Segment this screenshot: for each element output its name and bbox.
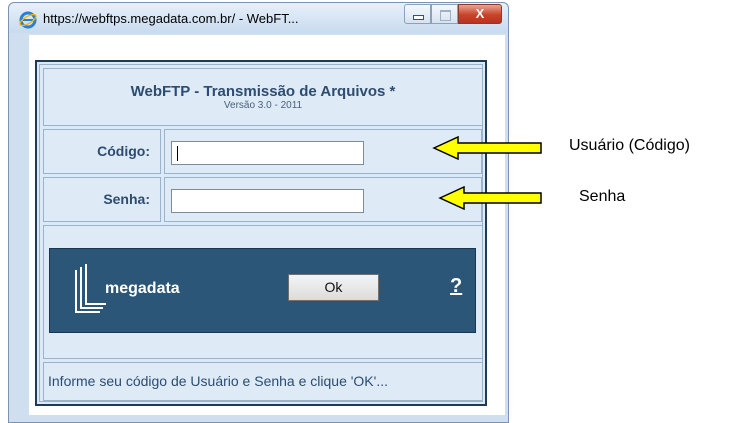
login-panel-inner: WebFTP - Transmissão de Arquivos * Versã…: [39, 64, 483, 402]
code-label: Código:: [43, 129, 161, 174]
password-input[interactable]: [171, 189, 364, 213]
status-message: Informe seu código de Usuário e Senha e …: [43, 362, 483, 401]
window-controls: X: [404, 4, 502, 26]
megadata-banner: megadata Ok ?: [49, 248, 476, 333]
internet-explorer-icon: [19, 11, 37, 29]
password-pointer-arrow-icon: [438, 186, 542, 210]
window-title: https://webftps.megadata.com.br/ - WebFT…: [43, 11, 299, 26]
annotation-password: Senha: [579, 188, 626, 205]
help-link[interactable]: ?: [450, 275, 462, 298]
brand-name: megadata: [105, 280, 180, 297]
page-title: WebFTP - Transmissão de Arquivos *: [130, 83, 396, 100]
code-input[interactable]: [171, 141, 364, 165]
password-label: Senha:: [43, 177, 161, 222]
version-text: Versão 3.0 - 2011: [223, 100, 303, 111]
browser-popup-window: https://webftps.megadata.com.br/ - WebFT…: [8, 2, 509, 423]
text-caret: [177, 146, 178, 161]
minimize-button[interactable]: [404, 4, 431, 24]
user-pointer-arrow-icon: [432, 136, 542, 160]
megadata-logo-icon: [75, 264, 106, 313]
window-titlebar[interactable]: https://webftps.megadata.com.br/ - WebFT…: [9, 3, 508, 33]
ok-button[interactable]: Ok: [288, 274, 379, 301]
close-button[interactable]: X: [458, 4, 502, 24]
header-cell: WebFTP - Transmissão de Arquivos * Versã…: [43, 68, 483, 126]
login-panel: WebFTP - Transmissão de Arquivos * Versã…: [35, 60, 487, 406]
maximize-button[interactable]: [431, 4, 458, 24]
password-field-cell: [164, 177, 482, 222]
page-content: WebFTP - Transmissão de Arquivos * Versã…: [29, 35, 505, 415]
action-cell: megadata Ok ?: [43, 225, 483, 359]
annotation-user: Usuário (Código): [569, 137, 690, 154]
